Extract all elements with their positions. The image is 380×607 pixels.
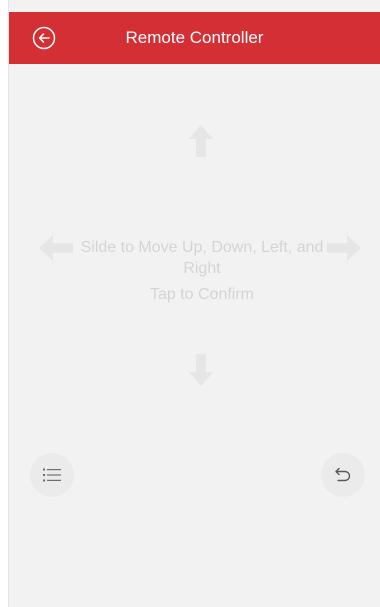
list-menu-icon bbox=[43, 468, 61, 482]
down-arrow-icon bbox=[189, 354, 213, 386]
menu-button[interactable] bbox=[30, 453, 74, 497]
up-arrow-icon bbox=[189, 125, 213, 157]
page-title: Remote Controller bbox=[125, 28, 264, 47]
move-instruction-text: Silde to Move Up, Down, Left, and Right bbox=[80, 239, 324, 277]
remote-touchpad[interactable]: Silde to Move Up, Down, Left, and Right … bbox=[9, 64, 380, 607]
return-button[interactable] bbox=[321, 453, 365, 497]
header-bar: Remote Controller bbox=[9, 12, 380, 64]
remote-controller-screen: Remote Controller Silde to Move Up, Down… bbox=[8, 0, 380, 607]
confirm-instruction-text: Tap to Confirm bbox=[149, 286, 255, 303]
return-arrow-icon bbox=[335, 467, 351, 482]
